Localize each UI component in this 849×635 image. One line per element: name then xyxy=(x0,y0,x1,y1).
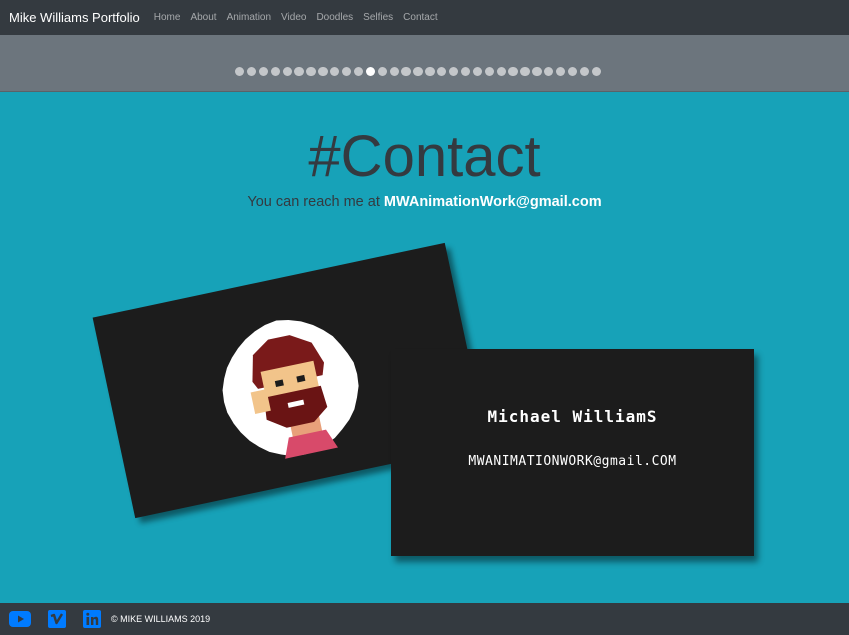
subtitle-prefix: You can reach me at xyxy=(247,194,380,210)
carousel-band xyxy=(0,35,849,92)
vimeo-icon[interactable] xyxy=(48,610,66,628)
brand-link[interactable]: Mike Williams Portfolio xyxy=(9,10,140,25)
carousel-dot[interactable] xyxy=(591,67,602,77)
carousel-dot[interactable] xyxy=(425,67,435,77)
carousel-dot[interactable] xyxy=(258,67,269,77)
carousel-dot[interactable] xyxy=(413,67,423,77)
pixel-avatar-image xyxy=(222,320,359,459)
linkedin-icon-i xyxy=(86,617,90,625)
card-email: MWANIMATIONWORK@gmail.COM xyxy=(468,454,677,469)
carousel-dot[interactable] xyxy=(449,67,459,77)
social-links xyxy=(9,610,101,628)
footer: © MIKE WILLIAMS 2019 xyxy=(0,603,849,635)
carousel-dot[interactable] xyxy=(235,67,245,77)
carousel-dot[interactable] xyxy=(389,67,399,77)
nav-link-home[interactable]: Home xyxy=(154,12,181,23)
carousel-dot[interactable] xyxy=(318,67,328,77)
nav-link-doodles[interactable]: Doodles xyxy=(316,12,353,23)
carousel-dot[interactable] xyxy=(282,67,292,77)
carousel-dot[interactable] xyxy=(484,67,494,77)
carousel-dot[interactable] xyxy=(579,67,590,77)
carousel-dot[interactable] xyxy=(496,67,506,77)
copyright-text: © MIKE WILLIAMS 2019 xyxy=(111,614,211,624)
avatar xyxy=(208,305,374,471)
carousel-dot[interactable] xyxy=(306,67,316,77)
nav-link-selfies[interactable]: Selfies xyxy=(363,12,393,23)
carousel-indicators xyxy=(235,67,602,77)
page-title: #Contact xyxy=(308,124,541,189)
carousel-dot[interactable] xyxy=(567,67,578,77)
carousel-dot[interactable] xyxy=(520,67,530,77)
linkedin-icon-dot xyxy=(86,612,90,616)
carousel-dot[interactable] xyxy=(294,67,304,77)
carousel-dot[interactable] xyxy=(377,67,387,77)
carousel-dot[interactable] xyxy=(246,67,257,77)
business-card-back: Michael WilliamS MWANIMATIONWORK@gmail.C… xyxy=(391,349,754,556)
nav-link-animation[interactable]: Animation xyxy=(227,12,271,23)
carousel-dot[interactable] xyxy=(353,67,364,77)
linkedin-icon[interactable] xyxy=(83,610,101,628)
nav-link-contact[interactable]: Contact xyxy=(403,12,437,23)
contact-subtitle: You can reach me at MWAnimationWork@gmai… xyxy=(0,194,849,210)
carousel-dot[interactable] xyxy=(556,67,566,77)
carousel-dot[interactable] xyxy=(508,67,518,77)
carousel-dot[interactable] xyxy=(365,67,376,77)
carousel-dot[interactable] xyxy=(437,67,447,77)
carousel-dot[interactable] xyxy=(270,67,280,77)
youtube-icon[interactable] xyxy=(9,611,31,627)
carousel-dot[interactable] xyxy=(460,67,471,77)
carousel-dot[interactable] xyxy=(532,67,542,77)
carousel-dot[interactable] xyxy=(342,67,352,77)
carousel-dot[interactable] xyxy=(544,67,554,77)
vimeo-icon-bg xyxy=(48,610,66,628)
card-name: Michael WilliamS xyxy=(487,407,658,426)
carousel-dot[interactable] xyxy=(472,67,483,77)
nav-link-video[interactable]: Video xyxy=(281,12,306,23)
carousel-dot[interactable] xyxy=(330,67,340,77)
email-link[interactable]: MWAnimationWork@gmail.com xyxy=(384,194,602,210)
nav-link-about[interactable]: About xyxy=(190,12,216,23)
carousel-dot[interactable] xyxy=(401,67,411,77)
top-navbar: Mike Williams Portfolio Home About Anima… xyxy=(0,0,849,35)
contact-section: #Contact You can reach me at MWAnimation… xyxy=(0,92,849,603)
